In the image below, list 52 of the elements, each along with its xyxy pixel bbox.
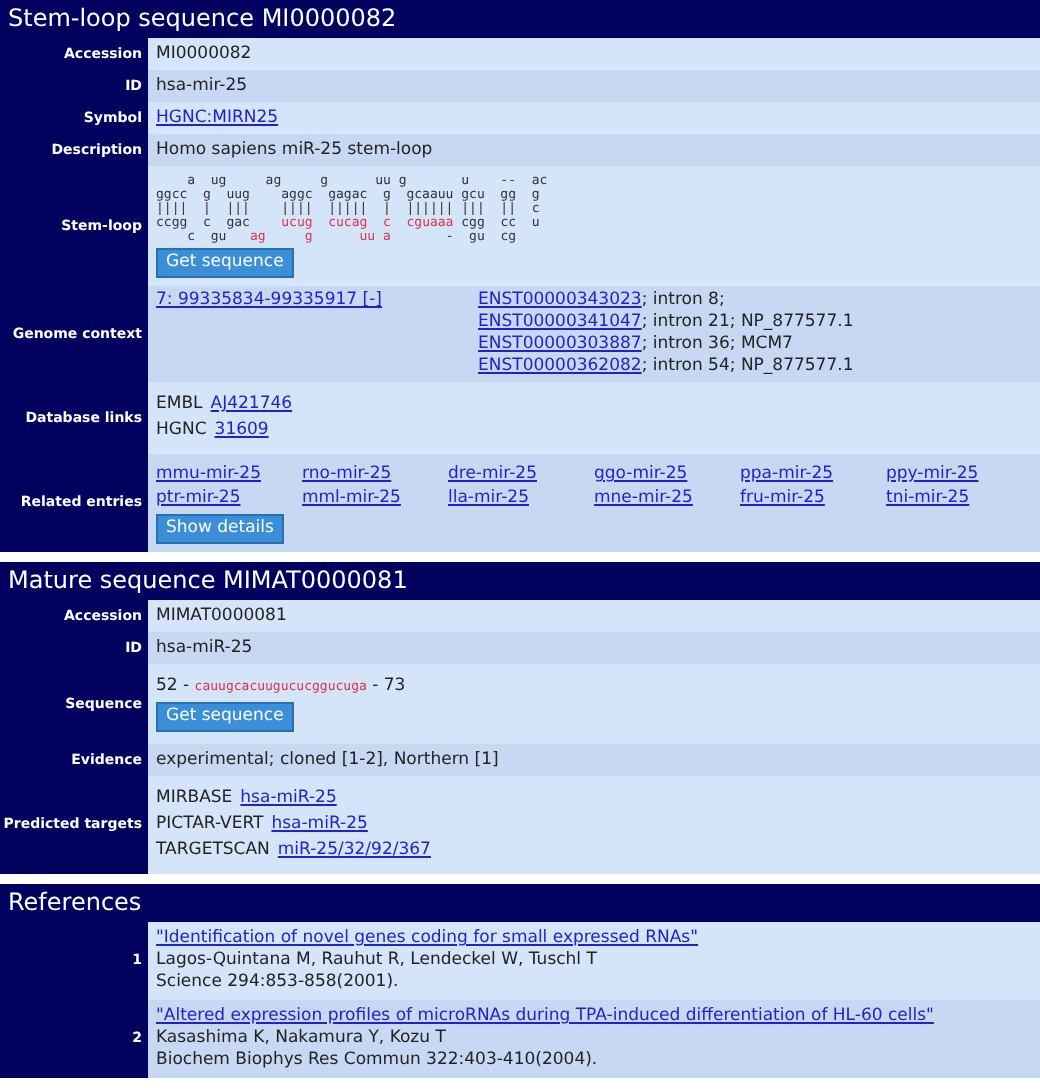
- field-value: hsa-mir-25: [156, 75, 248, 97]
- related-entry-link[interactable]: mne-mir-25: [594, 486, 693, 510]
- transcript-link[interactable]: ENST00000343023: [478, 290, 642, 312]
- sequence-end: - 73: [370, 676, 406, 698]
- transcript-note: ; intron 54; NP_877577.1: [641, 356, 854, 378]
- field-value: hsa-miR-25: [156, 637, 253, 659]
- reference-authors: Lagos-Quintana M, Rauhut R, Lendeckel W, Tuschl T: [156, 950, 599, 972]
- source-name: TARGETSCAN: [156, 838, 270, 864]
- transcript-link[interactable]: ENST00000362082: [478, 356, 642, 378]
- related-entry-link[interactable]: ptr-mir-25: [156, 486, 241, 510]
- reference-title-link[interactable]: "Altered expression profiles of microRNAs during TPA-induced differentiation of HL-60 cells": [156, 1006, 934, 1028]
- related-entry-link[interactable]: fru-mir-25: [740, 486, 825, 510]
- transcript-link[interactable]: ENST00000341047: [478, 312, 642, 334]
- section-title: References: [6, 886, 144, 920]
- field-value: Homo sapiens miR-25 stem-loop: [156, 139, 433, 161]
- symbol-link[interactable]: HGNC:MIRN25: [156, 107, 279, 129]
- field-value: MIMAT0000081: [156, 605, 287, 627]
- transcript-note: ; intron 21; NP_877577.1: [641, 312, 854, 334]
- source-name: HGNC: [156, 418, 207, 444]
- sequence-start: 52 -: [156, 676, 192, 698]
- database-link[interactable]: 31609: [214, 418, 269, 444]
- reference-title-link[interactable]: "Identification of novel genes coding for small expressed RNAs": [156, 928, 699, 950]
- show-details-button[interactable]: Show details: [156, 514, 284, 544]
- genome-location-link[interactable]: 7: 99335834-99335917 [-]: [156, 290, 382, 310]
- get-sequence-button[interactable]: Get sequence: [156, 702, 294, 732]
- database-link[interactable]: hsa-miR-25: [240, 786, 337, 812]
- reference-journal: Science 294:853-858(2001).: [156, 972, 401, 994]
- related-entry-link[interactable]: mmu-mir-25: [156, 462, 261, 486]
- related-entry-link[interactable]: tni-mir-25: [886, 486, 970, 510]
- related-entry-link[interactable]: ppa-mir-25: [740, 462, 834, 486]
- transcript-link[interactable]: ENST00000303887: [478, 334, 642, 356]
- related-entry-link[interactable]: dre-mir-25: [448, 462, 537, 486]
- reference-authors: Kasashima K, Nakamura Y, Kozu T: [156, 1028, 448, 1050]
- related-entry-link[interactable]: ggo-mir-25: [594, 462, 688, 486]
- source-name: MIRBASE: [156, 786, 233, 812]
- section-title: Stem-loop sequence MI0000082: [6, 2, 399, 36]
- section-title: Mature sequence MIMAT0000081: [6, 564, 410, 598]
- database-link[interactable]: miR-25/32/92/367: [277, 838, 431, 864]
- field-value: MI0000082: [156, 43, 252, 65]
- source-name: PICTAR-VERT: [156, 812, 264, 838]
- related-entry-link[interactable]: rno-mir-25: [302, 462, 392, 486]
- related-entry-link[interactable]: ppy-mir-25: [886, 462, 979, 486]
- transcript-note: ; intron 8;: [641, 290, 725, 312]
- source-name: EMBL: [156, 392, 203, 418]
- get-sequence-button[interactable]: Get sequence: [156, 248, 294, 278]
- reference-journal: Biochem Biophys Res Commun 322:403-410(2004).: [156, 1050, 600, 1072]
- field-value: experimental; cloned [1-2], Northern [1]: [156, 749, 499, 771]
- database-link[interactable]: AJ421746: [210, 392, 293, 418]
- database-link[interactable]: hsa-miR-25: [271, 812, 368, 838]
- transcript-note: ; intron 36; MCM7: [641, 334, 793, 356]
- related-entry-link[interactable]: lla-mir-25: [448, 486, 529, 510]
- related-entry-link[interactable]: mml-mir-25: [302, 486, 401, 510]
